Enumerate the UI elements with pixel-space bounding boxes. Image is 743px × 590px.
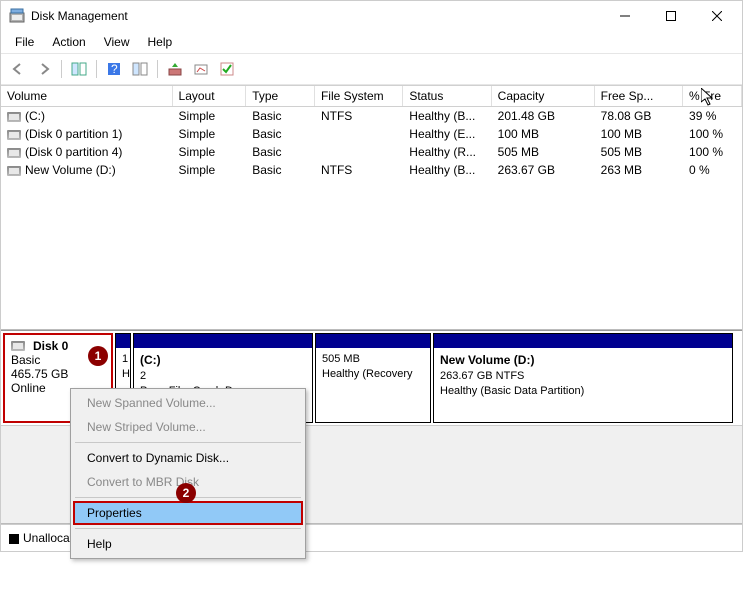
menubar: File Action View Help [1, 31, 742, 54]
window-title: Disk Management [31, 9, 602, 23]
maximize-button[interactable] [648, 1, 694, 31]
toolbar: ? [1, 54, 742, 85]
col-capacity[interactable]: Capacity [492, 86, 595, 106]
forward-button[interactable] [33, 58, 55, 80]
menu-help[interactable]: Help [73, 532, 303, 556]
minimize-button[interactable] [602, 1, 648, 31]
col-type[interactable]: Type [246, 86, 315, 106]
partition[interactable]: New Volume (D:)263.67 GB NTFSHealthy (Ba… [433, 333, 733, 423]
context-menu: New Spanned Volume... New Striped Volume… [70, 388, 306, 559]
action-button[interactable] [164, 58, 186, 80]
menu-properties[interactable]: Properties [73, 501, 303, 525]
table-row[interactable]: New Volume (D:)SimpleBasicNTFSHealthy (B… [1, 161, 742, 179]
partition[interactable]: 505 MBHealthy (Recovery [315, 333, 431, 423]
menu-file[interactable]: File [7, 33, 42, 51]
col-layout[interactable]: Layout [173, 86, 247, 106]
menu-view[interactable]: View [96, 33, 138, 51]
refresh-button[interactable] [129, 58, 151, 80]
show-hide-console-button[interactable] [68, 58, 90, 80]
back-button[interactable] [7, 58, 29, 80]
col-percent-free[interactable]: % Fre [683, 86, 742, 106]
menu-new-striped: New Striped Volume... [73, 415, 303, 439]
svg-text:?: ? [111, 62, 118, 76]
swatch-unallocated [9, 534, 19, 544]
table-row[interactable]: (Disk 0 partition 4)SimpleBasicHealthy (… [1, 143, 742, 161]
disk-name: Disk 0 [33, 339, 68, 353]
menu-action[interactable]: Action [44, 33, 93, 51]
col-free-space[interactable]: Free Sp... [595, 86, 683, 106]
disk-icon [11, 341, 25, 351]
list-button[interactable] [216, 58, 238, 80]
col-status[interactable]: Status [403, 86, 491, 106]
col-volume[interactable]: Volume [1, 86, 173, 106]
volume-table: Volume Layout Type File System Status Ca… [1, 85, 742, 179]
annotation-badge-1: 1 [88, 346, 108, 366]
table-header: Volume Layout Type File System Status Ca… [1, 85, 742, 107]
col-filesystem[interactable]: File System [315, 86, 403, 106]
table-row[interactable]: (Disk 0 partition 1)SimpleBasicHealthy (… [1, 125, 742, 143]
table-row[interactable]: (C:)SimpleBasicNTFSHealthy (B...201.48 G… [1, 107, 742, 125]
annotation-badge-2: 2 [176, 483, 196, 503]
menu-new-spanned: New Spanned Volume... [73, 391, 303, 415]
disk-size: 465.75 GB [11, 367, 105, 381]
app-icon [9, 8, 25, 24]
help-button[interactable]: ? [103, 58, 125, 80]
settings-button[interactable] [190, 58, 212, 80]
titlebar: Disk Management [1, 1, 742, 31]
close-button[interactable] [694, 1, 740, 31]
menu-convert-dynamic[interactable]: Convert to Dynamic Disk... [73, 446, 303, 470]
menu-help[interactable]: Help [140, 33, 181, 51]
